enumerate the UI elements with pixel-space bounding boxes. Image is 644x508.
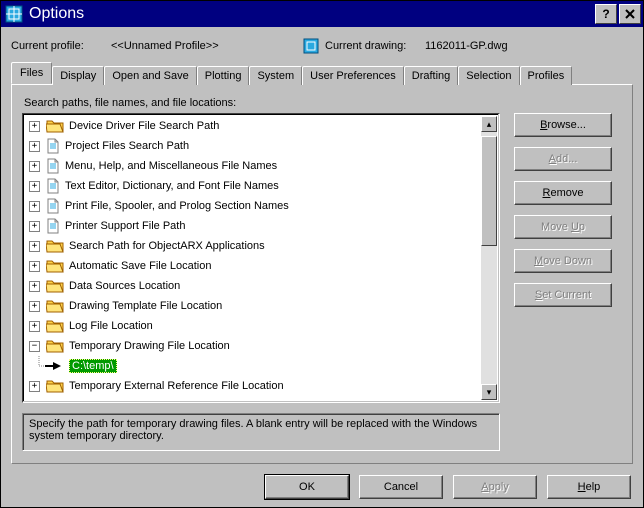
tab-user-preferences[interactable]: User Preferences	[302, 66, 404, 85]
tree-node[interactable]: +Texture Maps Search Path	[25, 396, 481, 400]
scroll-thumb[interactable]	[481, 136, 497, 246]
tree-node[interactable]: C:\temp\	[25, 356, 481, 376]
tree-node-label[interactable]: Device Driver File Search Path	[69, 120, 219, 132]
tree-node-label[interactable]: Drawing Template File Location	[69, 300, 222, 312]
tree-node-label[interactable]: Menu, Help, and Miscellaneous File Names	[65, 160, 277, 172]
expand-icon[interactable]: +	[29, 381, 40, 392]
expand-icon[interactable]: +	[29, 161, 40, 172]
remove-button[interactable]: Remove	[514, 181, 612, 205]
tab-files[interactable]: Files	[11, 62, 52, 84]
tree-node-label[interactable]: Data Sources Location	[69, 280, 180, 292]
tree-node[interactable]: + Automatic Save File Location	[25, 256, 481, 276]
tree-node[interactable]: + Search Path for ObjectARX Applications	[25, 236, 481, 256]
current-profile-value: <<Unnamed Profile>>	[111, 40, 301, 52]
tree-node-label[interactable]: Automatic Save File Location	[69, 260, 211, 272]
tree-node[interactable]: + Data Sources Location	[25, 276, 481, 296]
scroll-up-icon[interactable]: ▴	[481, 116, 497, 132]
tab-drafting[interactable]: Drafting	[404, 66, 459, 85]
tab-system[interactable]: System	[249, 66, 302, 85]
tab-plotting[interactable]: Plotting	[197, 66, 250, 85]
current-drawing-value: 1162011-GP.dwg	[425, 40, 633, 52]
app-icon	[3, 3, 25, 25]
tree-branch-icon	[35, 356, 69, 376]
tree-node-label[interactable]: Search Path for ObjectARX Applications	[69, 240, 265, 252]
tree-node-label[interactable]: Temporary External Reference File Locati…	[69, 380, 284, 392]
panel-heading: Search paths, file names, and file locat…	[24, 97, 622, 109]
profile-bar: Current profile: <<Unnamed Profile>> Cur…	[11, 35, 633, 57]
tree-node-label[interactable]: Temporary Drawing File Location	[69, 340, 230, 352]
tree-scrollbar[interactable]: ▴ ▾	[481, 116, 497, 400]
close-button[interactable]	[619, 4, 641, 24]
tree-node[interactable]: + Text Editor, Dictionary, and Font File …	[25, 176, 481, 196]
browse-button[interactable]: Browse...	[514, 113, 612, 137]
tab-panel-files: Search paths, file names, and file locat…	[11, 84, 633, 464]
tree-node-label[interactable]: C:\temp\	[69, 359, 117, 373]
scroll-track[interactable]	[481, 132, 497, 384]
tree-node[interactable]: + Log File Location	[25, 316, 481, 336]
tree-node-label[interactable]: Printer Support File Path	[65, 220, 185, 232]
tree-node[interactable]: + Drawing Template File Location	[25, 296, 481, 316]
tree-node[interactable]: + Printer Support File Path	[25, 216, 481, 236]
help-button-bottom[interactable]: Help	[547, 475, 631, 499]
expand-icon[interactable]: +	[29, 121, 40, 132]
apply-button[interactable]: Apply	[453, 475, 537, 499]
paths-tree[interactable]: + Device Driver File Search Path + Project …	[22, 113, 500, 403]
scroll-down-icon[interactable]: ▾	[481, 384, 497, 400]
current-drawing-label: Current drawing:	[325, 40, 425, 52]
tree-node[interactable]: + Print File, Spooler, and Prolog Section…	[25, 196, 481, 216]
set-current-button[interactable]: Set Current	[514, 283, 612, 307]
tree-node[interactable]: + Menu, Help, and Miscellaneous File Name…	[25, 156, 481, 176]
move-down-button[interactable]: Move Down	[514, 249, 612, 273]
expand-icon[interactable]: +	[29, 261, 40, 272]
tree-node[interactable]: + Device Driver File Search Path	[25, 116, 481, 136]
cancel-button[interactable]: Cancel	[359, 475, 443, 499]
drawing-icon	[301, 38, 321, 54]
tree-node[interactable]: + Project Files Search Path	[25, 136, 481, 156]
tab-selection[interactable]: Selection	[458, 66, 519, 85]
help-button[interactable]: ?	[595, 4, 617, 24]
tree-node[interactable]: − Temporary Drawing File Location	[25, 336, 481, 356]
tree-node[interactable]: + Temporary External Reference File Locat…	[25, 376, 481, 396]
move-up-button[interactable]: Move Up	[514, 215, 612, 239]
window-title: Options	[29, 5, 593, 23]
tab-profiles[interactable]: Profiles	[520, 66, 573, 85]
collapse-icon[interactable]: −	[29, 341, 40, 352]
tree-node-label[interactable]: Log File Location	[69, 320, 153, 332]
expand-icon[interactable]: +	[29, 241, 40, 252]
current-profile-label: Current profile:	[11, 40, 111, 52]
expand-icon[interactable]: +	[29, 181, 40, 192]
tree-node-label[interactable]: Text Editor, Dictionary, and Font File N…	[65, 180, 279, 192]
titlebar: Options ?	[1, 1, 643, 27]
ok-button[interactable]: OK	[265, 475, 349, 499]
tree-node-label[interactable]: Project Files Search Path	[65, 140, 189, 152]
expand-icon[interactable]: +	[29, 281, 40, 292]
expand-icon[interactable]: +	[29, 301, 40, 312]
expand-icon[interactable]: +	[29, 141, 40, 152]
expand-icon[interactable]: +	[29, 321, 40, 332]
tab-display[interactable]: Display	[52, 66, 104, 85]
description-box: Specify the path for temporary drawing f…	[22, 413, 500, 451]
tree-node-label[interactable]: Print File, Spooler, and Prolog Section …	[65, 200, 289, 212]
expand-icon[interactable]: +	[29, 221, 40, 232]
expand-icon[interactable]: +	[29, 201, 40, 212]
add-button[interactable]: Add...	[514, 147, 612, 171]
tab-strip: FilesDisplayOpen and SavePlottingSystemU…	[11, 63, 633, 84]
tab-open-and-save[interactable]: Open and Save	[104, 66, 196, 85]
